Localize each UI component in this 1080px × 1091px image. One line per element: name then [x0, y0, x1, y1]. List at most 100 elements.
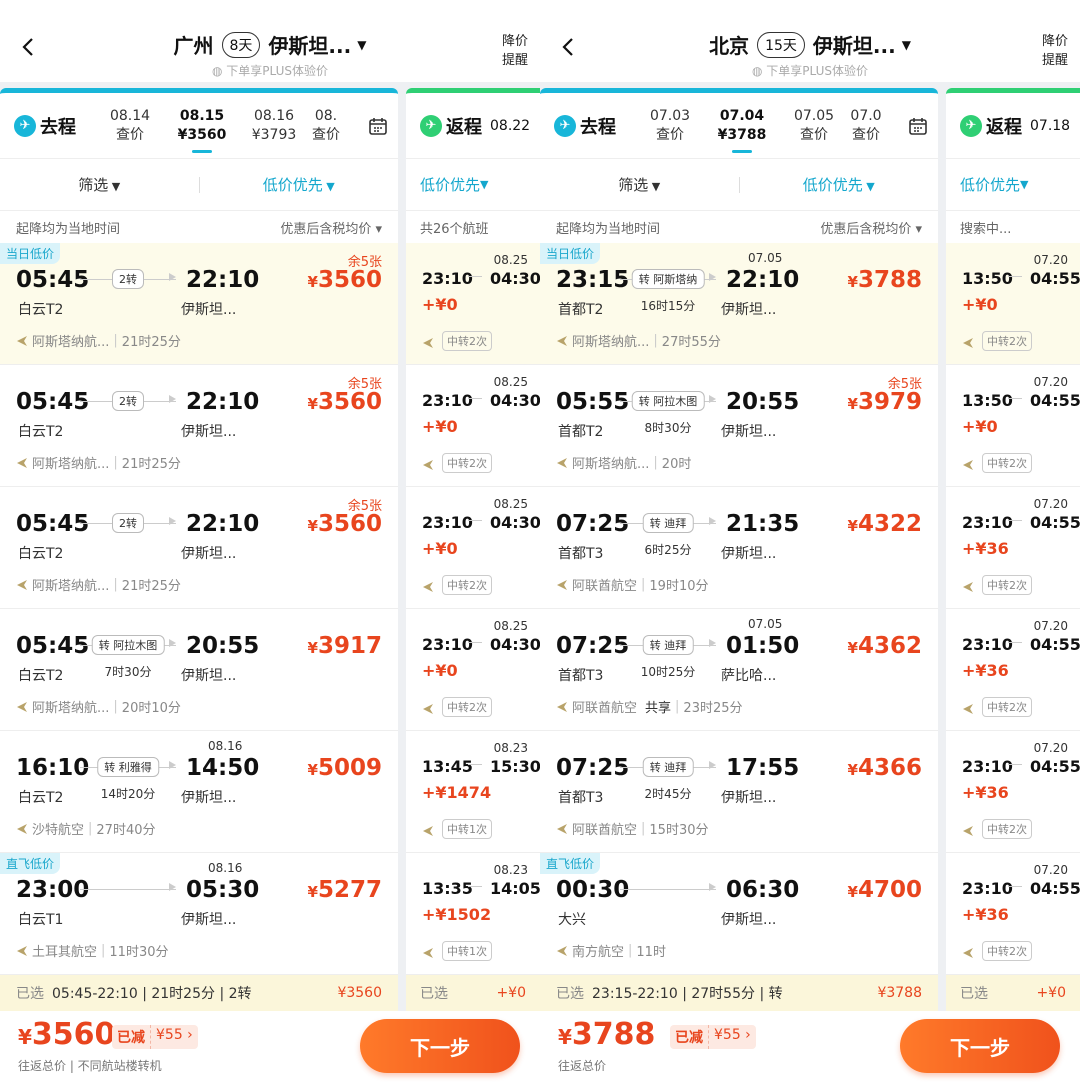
filter-button[interactable]: 筛选 ▼: [0, 174, 199, 195]
arrive-time: 06:30: [726, 877, 800, 903]
next-day-date: 08.25: [493, 497, 528, 511]
plus-note: ◍ 下单享PLUS体验价: [0, 62, 540, 79]
calendar-button[interactable]: [898, 106, 938, 146]
route-line: 转 利雅得 14时20分: [80, 755, 176, 801]
discount-label: 已减: [670, 1025, 708, 1049]
return-card[interactable]: 08.23 13:45 15:30 +¥1474 中转1次: [406, 731, 540, 853]
flight-card[interactable]: 05:45 白云T2 2转 22:10 伊斯坦... 余5张 ¥3560 阿斯塔纳航... | 2…: [0, 365, 398, 487]
flight-card[interactable]: 16:10 白云T2 转 利雅得 14时20分 08.16 14:50 伊斯坦... ¥500…: [0, 731, 398, 853]
flight-card[interactable]: 05:45 白云T2 转 阿拉木图 7时30分 20:55 伊斯坦... ¥3917 阿斯塔纳…: [0, 609, 398, 731]
date-tab[interactable]: 08.14 查价: [94, 107, 166, 145]
sep-bar: |: [628, 943, 633, 958]
arrow-icon: [169, 639, 176, 647]
flight-card[interactable]: 当日低价 05:45 白云T2 2转 22:10 伊斯坦... 余5张 ¥3560 阿斯塔纳航.…: [0, 243, 398, 365]
airline-name: 土耳其航空: [32, 945, 98, 960]
depart-time: 00:30: [556, 877, 630, 903]
stops-badge: 中转1次: [442, 819, 492, 839]
selected-price: ¥3560: [337, 985, 382, 1001]
stop-badge: 2转: [112, 269, 144, 289]
origin-city: 北京: [709, 34, 750, 58]
price-value: 5009: [317, 755, 382, 781]
next-step-button[interactable]: 下一步: [900, 1019, 1060, 1073]
avg-price-note[interactable]: 优惠后含税均价 ▾: [820, 218, 922, 237]
arrow-icon: [169, 273, 176, 281]
return-column: ✈ 返程 07.18 低价优先 ▼ 搜索中... 07.20 13:50 04:55 +¥0 中转…: [946, 88, 1080, 1010]
return-tab[interactable]: ✈ 返程 07.18: [946, 93, 1080, 159]
transfer-duration: 16时15分: [640, 299, 696, 313]
return-date: 08.22: [490, 117, 531, 134]
caret-icon: ▾: [911, 221, 922, 237]
filter-button[interactable]: 筛选 ▼: [540, 174, 739, 195]
sep-bar: |: [641, 577, 646, 592]
arrive-airport: 伊斯坦...: [181, 790, 237, 806]
sort-button[interactable]: 低价优先 ▼: [200, 174, 399, 195]
flight-card[interactable]: 05:45 白云T2 2转 22:10 伊斯坦... 余5张 ¥3560 阿斯塔纳航... | 2…: [0, 487, 398, 609]
flight-card[interactable]: 05:55 首都T2 转 阿拉木图 8时30分 20:55 伊斯坦... 余5张 ¥3979 阿…: [540, 365, 938, 487]
return-card[interactable]: 08.23 13:35 14:05 +¥1502 中转1次: [406, 853, 540, 975]
footer-note: 往返总价: [558, 1059, 607, 1073]
next-step-button[interactable]: 下一步: [360, 1019, 520, 1073]
date-tab[interactable]: 08.15 ¥3560: [166, 107, 238, 153]
return-card[interactable]: 07.20 13:50 04:55 +¥0 中转2次: [946, 243, 1080, 365]
currency-symbol: ¥: [847, 639, 858, 657]
price-value: 3788: [857, 267, 922, 293]
date-tab[interactable]: 08.16 ¥3793: [238, 107, 310, 145]
return-sort-button[interactable]: 低价优先 ▼: [946, 159, 1080, 211]
airline-logo-icon: [422, 944, 434, 958]
date-tab[interactable]: 07.04 ¥3788: [706, 107, 778, 153]
date-tab[interactable]: 07.03 查价: [634, 107, 706, 145]
arrive-airport: 伊斯坦...: [181, 912, 237, 928]
flight-card[interactable]: 直飞低价 00:30 大兴 06:30 伊斯坦... ¥4700 南方航空 | 11时: [540, 853, 938, 975]
return-card[interactable]: 07.20 23:10 04:55 +¥36 中转2次: [946, 731, 1080, 853]
route-title[interactable]: 北京 15天 伊斯坦... ▼: [540, 30, 1080, 59]
return-arrive-time: 04:55: [1030, 635, 1080, 654]
plane-icon: ✈: [960, 114, 982, 137]
sort-button[interactable]: 低价优先 ▼: [740, 174, 939, 195]
price-value: 4366: [857, 755, 922, 781]
flight-card[interactable]: 直飞低价 23:00 白云T1 08.16 05:30 伊斯坦... ¥5277 土耳其航空 |…: [0, 853, 398, 975]
total-value: 3560: [31, 1017, 116, 1052]
date-tab[interactable]: 07.05 查价: [778, 107, 850, 145]
return-card[interactable]: 08.25 23:10 04:30 +¥0 中转2次: [406, 243, 540, 365]
stop-badge: 2转: [112, 391, 144, 411]
airline-info: 阿联酋航空 | 19时10分: [556, 575, 709, 594]
airline-info: 阿斯塔纳航... | 21时25分: [16, 331, 181, 350]
next-day-date: 07.20: [1033, 497, 1068, 511]
return-card[interactable]: 08.25 23:10 04:30 +¥0 中转2次: [406, 487, 540, 609]
return-card[interactable]: 07.20 23:10 04:55 +¥36 中转2次: [946, 609, 1080, 731]
stop-badge: 转 阿拉木图: [631, 391, 705, 411]
deal-tag: 当日低价: [540, 243, 601, 264]
return-card[interactable]: 07.20 13:50 04:55 +¥0 中转2次: [946, 365, 1080, 487]
mini-line: [1008, 642, 1022, 643]
avg-price-note[interactable]: 优惠后含税均价 ▾: [280, 218, 382, 237]
return-selected-label: 已选: [960, 986, 988, 1002]
return-tab[interactable]: ✈ 返程 08.22: [406, 93, 540, 159]
route-title[interactable]: 广州 8天 伊斯坦... ▼: [0, 30, 540, 59]
price-alert-button[interactable]: 降价 提醒: [1042, 32, 1068, 70]
return-card[interactable]: 08.25 23:10 04:30 +¥0 中转2次: [406, 365, 540, 487]
selected-price: ¥3788: [877, 985, 922, 1001]
depart-time: 23:00: [16, 877, 90, 903]
flight-card[interactable]: 07:25 首都T3 转 迪拜 6时25分 21:35 伊斯坦... ¥4322 阿联酋航空 |…: [540, 487, 938, 609]
filter-label: 筛选: [618, 176, 649, 194]
airline-logo-icon: [556, 701, 568, 713]
price-value: 5277: [317, 877, 382, 903]
flight-price: ¥4322: [848, 511, 922, 537]
depart-airport: 白云T2: [18, 790, 64, 806]
return-card[interactable]: 07.20 23:10 04:55 +¥36 中转2次: [946, 853, 1080, 975]
flight-card[interactable]: 当日低价 23:15 首都T2 转 阿斯塔纳 16时15分 07.05 22:10 伊斯坦..…: [540, 243, 938, 365]
return-sort-button[interactable]: 低价优先 ▼: [406, 159, 540, 211]
airline-logo-icon: [16, 945, 28, 957]
calendar-button[interactable]: [358, 106, 398, 146]
return-card[interactable]: 08.25 23:10 04:30 +¥0 中转2次: [406, 609, 540, 731]
flight-price: ¥3560: [308, 389, 382, 415]
price-alert-button[interactable]: 降价 提醒: [502, 32, 528, 70]
discount-badge[interactable]: 已减 ¥55 ›: [112, 1025, 198, 1049]
flight-card[interactable]: 07:25 首都T3 转 迪拜 2时45分 17:55 伊斯坦... ¥4366 阿联酋航空 |…: [540, 731, 938, 853]
flight-card[interactable]: 07:25 首都T3 转 迪拜 10时25分 07.05 01:50 萨比哈... ¥4362…: [540, 609, 938, 731]
date-tab[interactable]: 08. 查价: [310, 107, 342, 145]
return-card[interactable]: 07.20 23:10 04:55 +¥36 中转2次: [946, 487, 1080, 609]
stop-badge: 转 迪拜: [642, 757, 694, 777]
discount-badge[interactable]: 已减 ¥55 ›: [670, 1025, 756, 1049]
date-tab[interactable]: 07.0 查价: [850, 107, 882, 145]
